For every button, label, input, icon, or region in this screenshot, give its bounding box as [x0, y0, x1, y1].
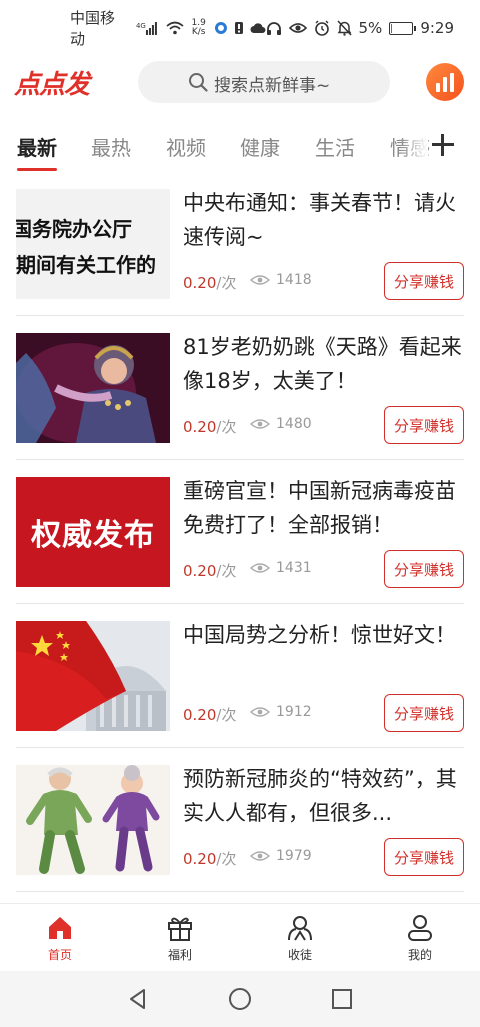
- earnings-chart-button[interactable]: [426, 63, 464, 101]
- add-channel-icon[interactable]: [430, 132, 456, 158]
- notice-icon: [234, 22, 243, 34]
- view-count: 1431: [250, 560, 312, 576]
- article-thumbnail: [16, 621, 170, 731]
- article-thumbnail: 国务院办公厅 期间有关工作的: [16, 189, 170, 299]
- article-thumbnail: [16, 765, 170, 875]
- divider: [16, 891, 464, 892]
- eye-icon: [250, 707, 270, 717]
- eye-comfort-icon: [288, 23, 307, 33]
- search-placeholder: 搜索点新鲜事~: [214, 76, 331, 96]
- bottom-navigation: 首页 福利 收徒 我的: [0, 903, 480, 971]
- article-title[interactable]: 预防新冠肺炎的“特效药”，其实人人都有，但很多...: [183, 762, 468, 830]
- feed-item[interactable]: 预防新冠肺炎的“特效药”，其实人人都有，但很多... 0.20/次 1979 分…: [0, 748, 480, 892]
- feed-item[interactable]: 权威发布 重磅官宣！中国新冠病毒疫苗免费打了！全部报销！ 0.20/次 1431…: [0, 460, 480, 604]
- view-count: 1979: [250, 848, 312, 864]
- reward-price: 0.20/次: [183, 706, 237, 724]
- nav-profile[interactable]: 我的: [360, 904, 480, 972]
- app-notification-icon: [214, 22, 227, 34]
- flag-image: [16, 621, 170, 731]
- alarm-icon: [314, 20, 329, 36]
- profile-icon: [408, 915, 432, 941]
- tab-latest[interactable]: 最新: [17, 132, 57, 161]
- tab-life[interactable]: 生活: [315, 132, 355, 161]
- gift-icon: [168, 917, 192, 941]
- eye-icon: [250, 275, 270, 285]
- article-title[interactable]: 中国局势之分析！惊世好文！: [183, 618, 468, 652]
- dancer-image: [16, 333, 170, 443]
- app-logo: 点点发: [14, 70, 90, 100]
- reward-price: 0.20/次: [183, 418, 237, 436]
- eye-icon: [250, 419, 270, 429]
- chart-bar-icon: [436, 83, 440, 92]
- active-tab-indicator: [17, 168, 57, 171]
- home-icon: [49, 917, 71, 939]
- article-title[interactable]: 中央布通知：事关春节！请火速传阅~: [183, 186, 468, 254]
- system-navigation-bar: [0, 971, 480, 1027]
- article-thumbnail: [16, 333, 170, 443]
- nav-apprentice[interactable]: 收徒: [240, 904, 360, 972]
- cloud-icon: [250, 23, 266, 33]
- nav-home[interactable]: 首页: [0, 904, 120, 972]
- tab-health[interactable]: 健康: [240, 132, 280, 161]
- eye-icon: [250, 563, 270, 573]
- view-count: 1480: [250, 416, 312, 432]
- battery-icon: [389, 21, 417, 35]
- battery-percent: 5%: [358, 19, 383, 37]
- view-count: 1912: [250, 704, 312, 720]
- share-earn-button[interactable]: 分享赚钱: [384, 550, 464, 588]
- share-earn-button[interactable]: 分享赚钱: [384, 694, 464, 732]
- share-earn-button[interactable]: 分享赚钱: [384, 406, 464, 444]
- status-bar: 中国移动 4G 1.9 K/s 5% 9:29: [0, 0, 480, 56]
- network-type: 4G: [136, 22, 146, 30]
- nav-welfare[interactable]: 福利: [120, 904, 240, 972]
- network-speed: 1.9 K/s: [191, 18, 206, 37]
- back-icon[interactable]: [126, 987, 150, 1011]
- apprentice-icon: [288, 916, 312, 941]
- signal-icon: 4G: [136, 22, 157, 35]
- elderly-exercise-image: [16, 765, 170, 875]
- share-earn-button[interactable]: 分享赚钱: [384, 262, 464, 300]
- share-earn-button[interactable]: 分享赚钱: [384, 838, 464, 876]
- wifi-icon: [166, 21, 184, 35]
- view-count: 1418: [250, 272, 312, 288]
- article-thumbnail: 权威发布: [16, 477, 170, 587]
- tab-video[interactable]: 视频: [166, 132, 206, 161]
- app-header: 点点发 搜索点新鲜事~: [0, 56, 480, 110]
- search-bar[interactable]: 搜索点新鲜事~: [138, 61, 390, 103]
- reward-price: 0.20/次: [183, 850, 237, 868]
- feed-item[interactable]: 81岁老奶奶跳《天路》看起来像18岁，太美了！ 0.20/次 1480 分享赚钱: [0, 316, 480, 460]
- search-icon: [189, 73, 208, 92]
- mute-icon: [336, 20, 352, 36]
- eye-icon: [250, 851, 270, 861]
- feed-item[interactable]: 中国局势之分析！惊世好文！ 0.20/次 1912 分享赚钱: [0, 604, 480, 748]
- headphones-icon: [266, 21, 281, 35]
- home-circle-icon[interactable]: [228, 987, 252, 1011]
- feed-item[interactable]: 国务院办公厅 期间有关工作的 中央布通知：事关春节！请火速传阅~ 0.20/次 …: [0, 172, 480, 316]
- article-title[interactable]: 81岁老奶奶跳《天路》看起来像18岁，太美了！: [183, 330, 468, 398]
- carrier-label: 中国移动: [70, 9, 116, 48]
- tab-hottest[interactable]: 最热: [91, 132, 131, 161]
- article-title[interactable]: 重磅官宣！中国新冠病毒疫苗免费打了！全部报销！: [183, 474, 468, 542]
- clock: 9:29: [420, 19, 454, 37]
- reward-price: 0.20/次: [183, 562, 237, 580]
- reward-price: 0.20/次: [183, 274, 237, 292]
- recents-icon[interactable]: [330, 987, 354, 1011]
